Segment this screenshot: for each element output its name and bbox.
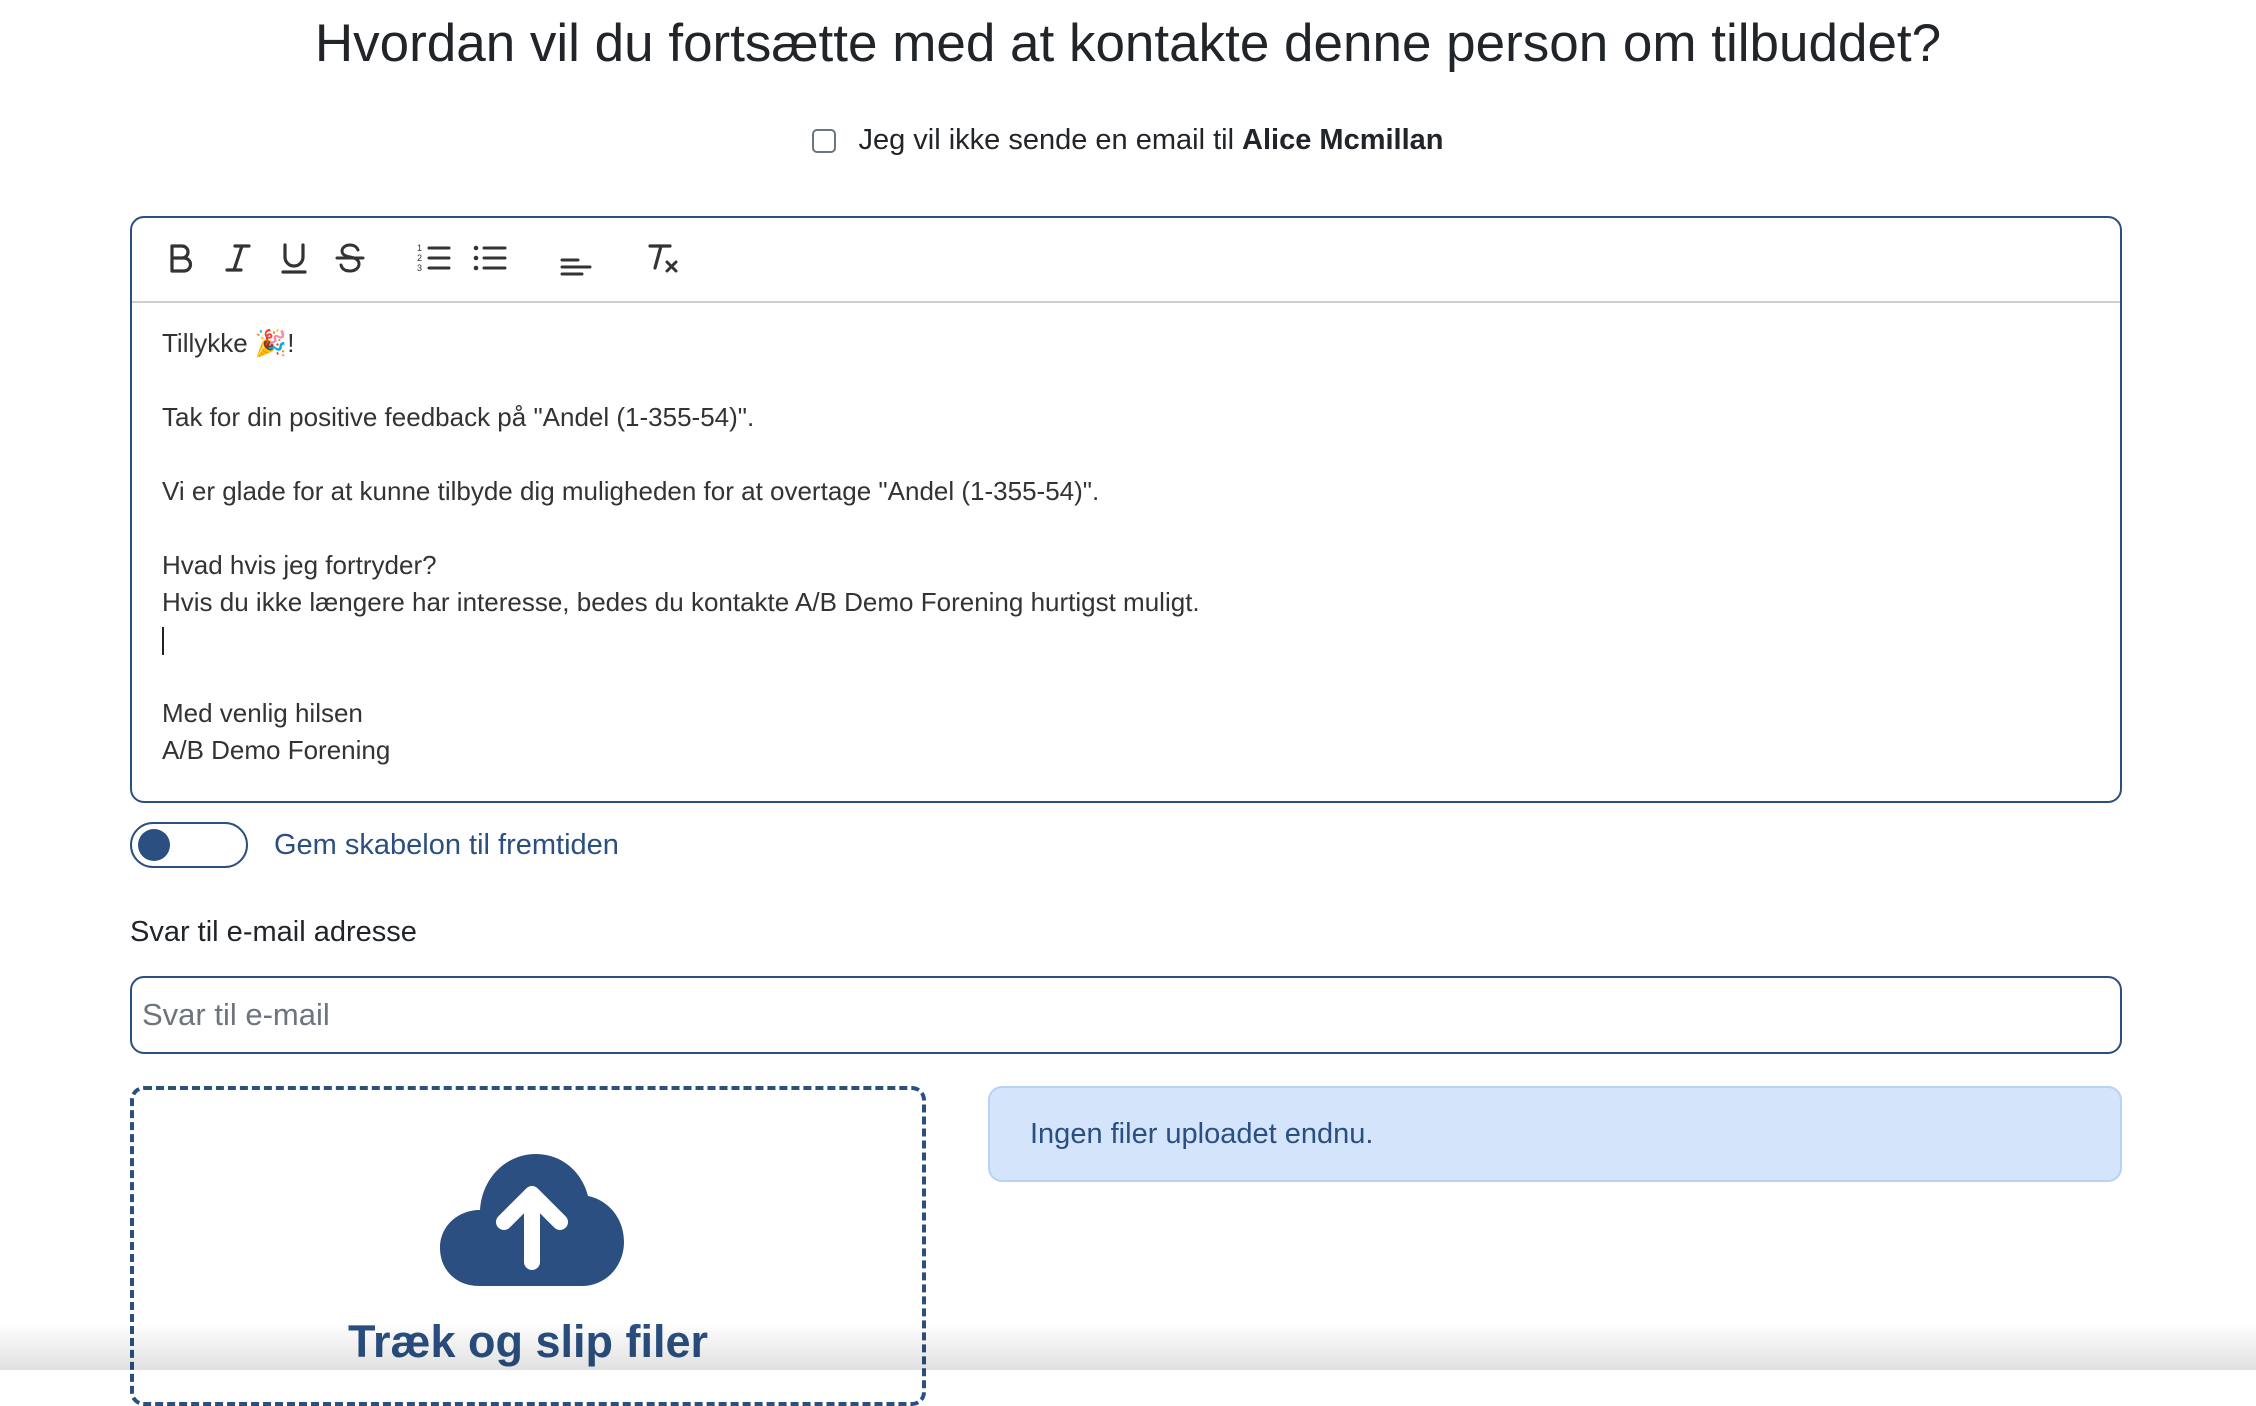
editor-line (162, 658, 2090, 695)
italic-icon[interactable] (218, 238, 258, 278)
editor-content[interactable]: Tillykke 🎉! Tak for din positive feedbac… (132, 303, 2120, 791)
bullet-list-icon[interactable] (470, 238, 510, 278)
editor-line (162, 436, 2090, 473)
no-email-label: Jeg vil ikke sende en email til (858, 124, 1235, 156)
reply-to-email-input[interactable] (130, 976, 2122, 1054)
page-title: Hvordan vil du fortsætte med at kontakte… (314, 14, 1942, 73)
align-icon[interactable] (556, 238, 596, 278)
toggle-knob (138, 829, 170, 861)
save-template-label[interactable]: Gem skabelon til fremtiden (274, 829, 619, 862)
save-template-row: Gem skabelon til fremtiden (130, 820, 619, 870)
bold-icon[interactable] (160, 238, 200, 278)
editor-line: Vi er glade for at kunne tilbyde dig mul… (162, 476, 1100, 506)
no-email-option: Jeg vil ikke sende en email til Alice Mc… (0, 124, 2256, 157)
reply-to-label: Svar til e-mail adresse (130, 916, 417, 948)
editor-line (162, 362, 2090, 399)
editor-line: Hvad hvis jeg fortryder? (162, 550, 437, 580)
ordered-list-icon[interactable]: 123 (414, 238, 454, 278)
message-editor: 123 Tillykke 🎉! Tak for din positive fee… (130, 216, 2122, 803)
dropzone-label: Træk og slip filer (347, 1316, 709, 1367)
file-dropzone[interactable]: Træk og slip filer (130, 1086, 926, 1406)
strikethrough-icon[interactable] (330, 238, 370, 278)
text-caret (162, 627, 164, 656)
recipient-name: Alice Mcmillan (1242, 124, 1444, 156)
save-template-toggle[interactable] (130, 822, 248, 868)
editor-caret-line (162, 621, 2090, 658)
editor-line: Tillykke 🎉! (162, 328, 295, 358)
editor-line: Tak for din positive feedback på "Andel … (162, 402, 755, 432)
editor-line: Hvis du ikke længere har interesse, bede… (162, 587, 1200, 617)
svg-text:3: 3 (417, 263, 422, 273)
editor-line: Med venlig hilsen (162, 698, 363, 728)
underline-icon[interactable] (274, 238, 314, 278)
cloud-upload-icon (440, 1154, 624, 1286)
editor-toolbar: 123 (132, 218, 2120, 303)
svg-text:1: 1 (417, 243, 422, 253)
no-email-checkbox[interactable] (812, 128, 837, 153)
svg-text:2: 2 (417, 253, 422, 263)
no-files-notice: Ingen filer uploadet endnu. (988, 1086, 2122, 1182)
editor-line: A/B Demo Forening (162, 735, 391, 765)
editor-line (162, 510, 2090, 547)
clear-format-icon[interactable] (644, 238, 684, 278)
